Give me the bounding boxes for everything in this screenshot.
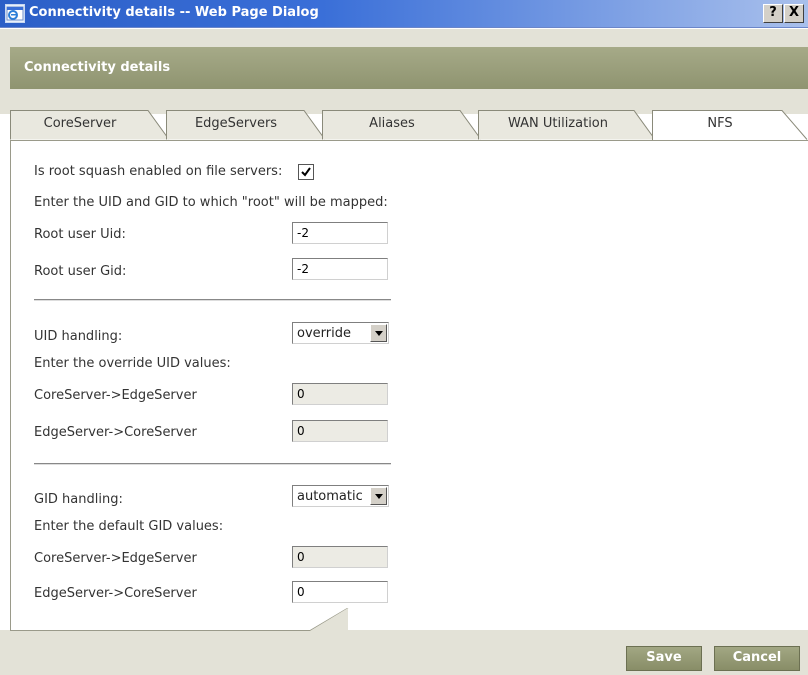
tab-label: Aliases: [369, 116, 415, 131]
gid-handling-value: automatic: [297, 489, 363, 504]
root-squash-checkbox[interactable]: [298, 164, 314, 180]
tab-label: EdgeServers: [194, 116, 278, 131]
tab-label: NFS: [707, 116, 733, 131]
page-title: Connectivity details: [24, 60, 171, 75]
uid-core-to-edge-input: [292, 383, 388, 405]
ie-dialog-icon: [5, 4, 25, 23]
uid-handling-label: UID handling:: [34, 329, 123, 344]
root-gid-input[interactable]: [292, 258, 388, 280]
window-title: Connectivity details -- Web Page Dialog: [29, 5, 319, 20]
gid-handling-select[interactable]: automatic: [292, 485, 389, 507]
chevron-down-icon[interactable]: [370, 487, 387, 505]
section-divider: [34, 299, 391, 301]
dialog-header: Connectivity details: [0, 29, 808, 114]
tab-nfs[interactable]: NFS: [652, 107, 808, 140]
window-titlebar: Connectivity details -- Web Page Dialog …: [0, 0, 808, 28]
uid-handling-select[interactable]: override: [292, 322, 389, 344]
root-uid-input[interactable]: [292, 222, 388, 244]
help-button[interactable]: ?: [763, 4, 783, 23]
gid-core-to-edge-label: CoreServer->EdgeServer: [34, 551, 197, 566]
cancel-button[interactable]: Cancel: [714, 646, 800, 671]
chevron-down-icon[interactable]: [370, 324, 387, 342]
uid-prompt: Enter the override UID values:: [34, 356, 231, 371]
root-gid-label: Root user Gid:: [34, 264, 127, 279]
save-button[interactable]: Save: [626, 646, 702, 671]
tab-wan-utilization[interactable]: WAN Utilization: [478, 107, 658, 140]
root-squash-label: Is root squash enabled on file servers:: [34, 164, 283, 179]
gid-core-to-edge-input: [292, 546, 388, 568]
uid-core-to-edge-label: CoreServer->EdgeServer: [34, 388, 197, 403]
uid-handling-value: override: [297, 326, 351, 341]
nfs-panel: Is root squash enabled on file servers: …: [10, 140, 808, 630]
close-button[interactable]: X: [784, 4, 804, 23]
gid-prompt: Enter the default GID values:: [34, 519, 224, 534]
gid-edge-to-core-input[interactable]: [292, 581, 388, 603]
root-uid-label: Root user Uid:: [34, 227, 126, 242]
uid-edge-to-core-input: [292, 420, 388, 442]
panel-bottom-edge: [10, 608, 349, 632]
root-map-prompt: Enter the UID and GID to which "root" wi…: [34, 195, 388, 210]
uid-edge-to-core-label: EdgeServer->CoreServer: [34, 425, 197, 440]
header-banner: Connectivity details: [10, 47, 808, 89]
tab-aliases[interactable]: Aliases: [322, 107, 482, 140]
gid-handling-label: GID handling:: [34, 492, 123, 507]
dialog-footer: Save Cancel: [0, 608, 808, 675]
tab-label: CoreServer: [43, 116, 117, 131]
tab-coreserver[interactable]: CoreServer: [10, 107, 170, 140]
gid-edge-to-core-label: EdgeServer->CoreServer: [34, 586, 197, 601]
section-divider: [34, 463, 391, 465]
tab-edgeservers[interactable]: EdgeServers: [166, 107, 326, 140]
tab-label: WAN Utilization: [507, 116, 609, 131]
tab-strip: CoreServer EdgeServers Aliases WAN Utili…: [10, 107, 808, 140]
